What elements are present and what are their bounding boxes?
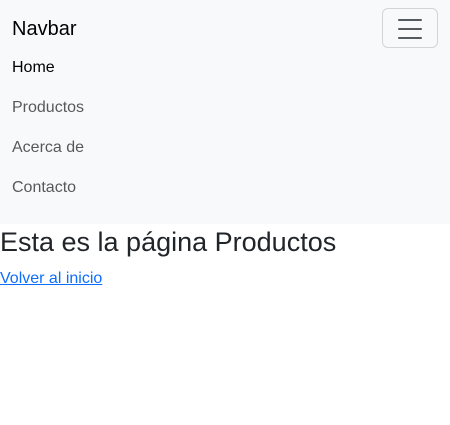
hamburger-icon bbox=[398, 19, 422, 39]
main-content: Esta es la página Productos Volver al in… bbox=[0, 224, 336, 290]
back-to-home-link[interactable]: Volver al inicio bbox=[0, 268, 102, 290]
navbar-brand[interactable]: Navbar bbox=[12, 16, 76, 42]
navbar-toggler-button[interactable] bbox=[382, 8, 438, 48]
navbar: Navbar Home Productos Acerca de Contacto bbox=[0, 0, 450, 224]
nav-link-home[interactable]: Home bbox=[12, 56, 55, 80]
nav-item-home: Home bbox=[0, 48, 450, 88]
nav-item-contacto: Contacto bbox=[0, 168, 450, 208]
nav-menu: Home Productos Acerca de Contacto bbox=[0, 48, 450, 208]
nav-link-productos[interactable]: Productos bbox=[12, 96, 84, 120]
nav-item-productos: Productos bbox=[0, 88, 450, 128]
page-title: Esta es la página Productos bbox=[0, 227, 337, 257]
nav-link-contacto[interactable]: Contacto bbox=[12, 176, 76, 200]
nav-link-acerca-de[interactable]: Acerca de bbox=[12, 136, 84, 160]
nav-item-acerca-de: Acerca de bbox=[0, 128, 450, 168]
